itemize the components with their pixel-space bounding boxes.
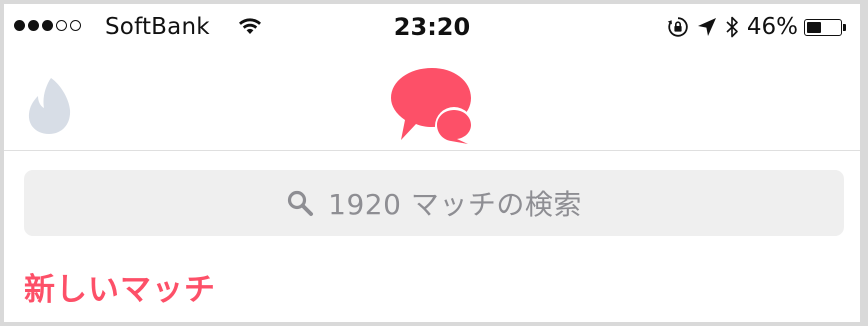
status-right-group: 46% xyxy=(667,12,846,42)
tinder-flame-icon[interactable] xyxy=(24,74,78,136)
nav-bar xyxy=(4,50,860,151)
chat-bubbles-icon[interactable] xyxy=(387,64,479,146)
battery-tip xyxy=(843,23,846,31)
app-screen: SoftBank 23:20 46% 1920 マッチの検索 新しいマッチ xyxy=(4,4,860,322)
search-icon xyxy=(288,190,314,216)
battery-level xyxy=(807,21,822,33)
search-input[interactable]: 1920 マッチの検索 xyxy=(24,170,844,236)
section-title-new-matches: 新しいマッチ xyxy=(24,272,216,308)
battery-percent: 46% xyxy=(746,14,798,40)
rotation-lock-icon xyxy=(667,17,688,37)
battery-icon xyxy=(804,18,842,36)
bluetooth-icon xyxy=(726,16,738,38)
search-placeholder: 1920 マッチの検索 xyxy=(328,188,582,221)
location-arrow-icon xyxy=(697,18,716,36)
status-bar: SoftBank 23:20 46% xyxy=(4,4,860,50)
